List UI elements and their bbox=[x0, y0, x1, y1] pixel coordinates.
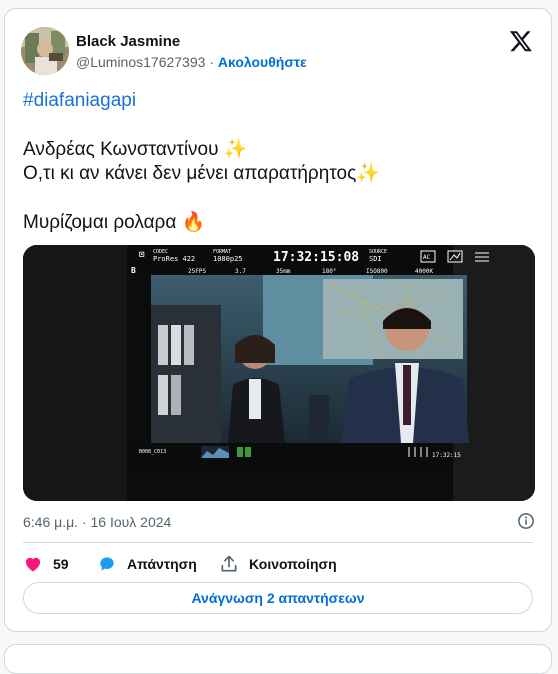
heart-icon bbox=[25, 557, 41, 572]
like-button[interactable]: 59 bbox=[23, 554, 69, 574]
wb-value: 4000K bbox=[415, 268, 433, 275]
info-icon[interactable] bbox=[517, 512, 535, 530]
follow-button[interactable]: Ακολουθήστε bbox=[218, 54, 307, 70]
monitor-mode-letter: B bbox=[131, 266, 136, 275]
hashtag-link[interactable]: #diafaniagapi bbox=[23, 89, 136, 113]
source-value: SDI bbox=[369, 255, 382, 263]
tweet-media[interactable]: ⊡ CODEC ProRes 422 FORMAT 1080p25 17:32:… bbox=[23, 245, 535, 501]
format-value: 1080p25 bbox=[213, 255, 243, 263]
divider bbox=[23, 542, 533, 543]
monitor-mode: ⊡ bbox=[139, 250, 144, 260]
bottom-timecode: 17:32:15 bbox=[432, 452, 461, 459]
author-name[interactable]: Black Jasmine bbox=[76, 33, 180, 50]
codec-value: ProRes 422 bbox=[153, 255, 195, 263]
fps-value: 25FPS bbox=[188, 268, 206, 275]
shutter-value: 180° bbox=[322, 268, 336, 275]
x-logo-icon[interactable] bbox=[509, 29, 533, 53]
clip-name: B008_C013 bbox=[139, 449, 166, 455]
separator-dot: · bbox=[209, 54, 214, 70]
next-card bbox=[4, 644, 552, 674]
iso-value: ISO800 bbox=[366, 268, 388, 275]
reply-label: Απάντηση bbox=[127, 556, 197, 572]
avatar[interactable] bbox=[21, 27, 69, 75]
handle-row: @Luminos17627393 · Ακολουθήστε bbox=[76, 54, 307, 70]
share-icon bbox=[221, 555, 237, 572]
tweet-text-line-2: Ο,τι κι αν κάνει δεν μένει απαρατήρητος✨ bbox=[23, 163, 380, 184]
media-image: ⊡ CODEC ProRes 422 FORMAT 1080p25 17:32:… bbox=[23, 245, 535, 501]
read-replies-button[interactable]: Ανάγνωση 2 απαντήσεων bbox=[23, 582, 533, 614]
author-handle[interactable]: @Luminos17627393 bbox=[76, 54, 205, 70]
lens-value: 35mm bbox=[276, 268, 291, 275]
share-label: Κοινοποίηση bbox=[249, 556, 337, 572]
avatar-image bbox=[21, 27, 69, 75]
tweet-timestamp[interactable]: 6:46 μ.μ. · 16 Ιουλ 2024 bbox=[23, 514, 171, 530]
reply-button[interactable]: Απάντηση bbox=[97, 554, 197, 574]
timecode: 17:32:15:08 bbox=[273, 250, 359, 265]
ac-label: AC bbox=[423, 254, 431, 261]
reply-bubble-icon bbox=[100, 557, 114, 571]
tweet-text-line-1: Ανδρέας Κωνσταντίνου ✨ bbox=[23, 139, 248, 160]
tweet-text-line-3: Μυρίζομαι ρολαρα 🔥 bbox=[23, 212, 206, 233]
like-count: 59 bbox=[53, 556, 69, 572]
tweet-card[interactable]: Black Jasmine @Luminos17627393 · Ακολουθ… bbox=[4, 8, 552, 632]
share-button[interactable]: Κοινοποίηση bbox=[219, 554, 337, 574]
iris-value: 3.7 bbox=[235, 268, 246, 275]
